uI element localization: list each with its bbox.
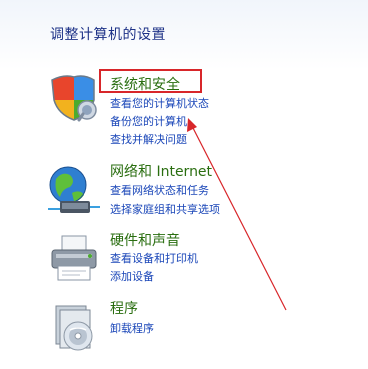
link-view-network-status[interactable]: 查看网络状态和任务 [110, 184, 209, 198]
category-title-network-internet[interactable]: 网络和 Internet [110, 163, 212, 181]
category-hardware-sound: 硬件和声音 查看设备和打印机 添加设备 [46, 232, 346, 292]
link-troubleshoot[interactable]: 查找并解决问题 [110, 133, 187, 147]
page-title: 调整计算机的设置 [50, 27, 166, 43]
link-homegroup-sharing[interactable]: 选择家庭组和共享选项 [110, 203, 220, 217]
link-devices-printers[interactable]: 查看设备和打印机 [110, 252, 198, 266]
category-title-hardware-sound[interactable]: 硬件和声音 [110, 232, 180, 250]
printer-icon [51, 235, 97, 281]
link-uninstall-program[interactable]: 卸载程序 [110, 322, 154, 336]
category-network-internet: 网络和 Internet 查看网络状态和任务 选择家庭组和共享选项 [46, 163, 346, 223]
category-programs: 程序 卸载程序 [46, 300, 346, 351]
annotation-highlight-box [99, 69, 202, 93]
shield-icon [51, 75, 97, 122]
programs-disc-icon [55, 305, 93, 351]
category-title-programs[interactable]: 程序 [110, 300, 138, 318]
link-add-device[interactable]: 添加设备 [110, 270, 154, 284]
link-backup-computer[interactable]: 备份您的计算机 [110, 115, 187, 129]
link-view-computer-status[interactable]: 查看您的计算机状态 [110, 97, 209, 111]
network-globe-icon [48, 166, 100, 213]
control-panel-page: 调整计算机的设置 系统和安全 查看您的计算机状态 备份您的计算机 查找并解决问题 [0, 0, 368, 369]
